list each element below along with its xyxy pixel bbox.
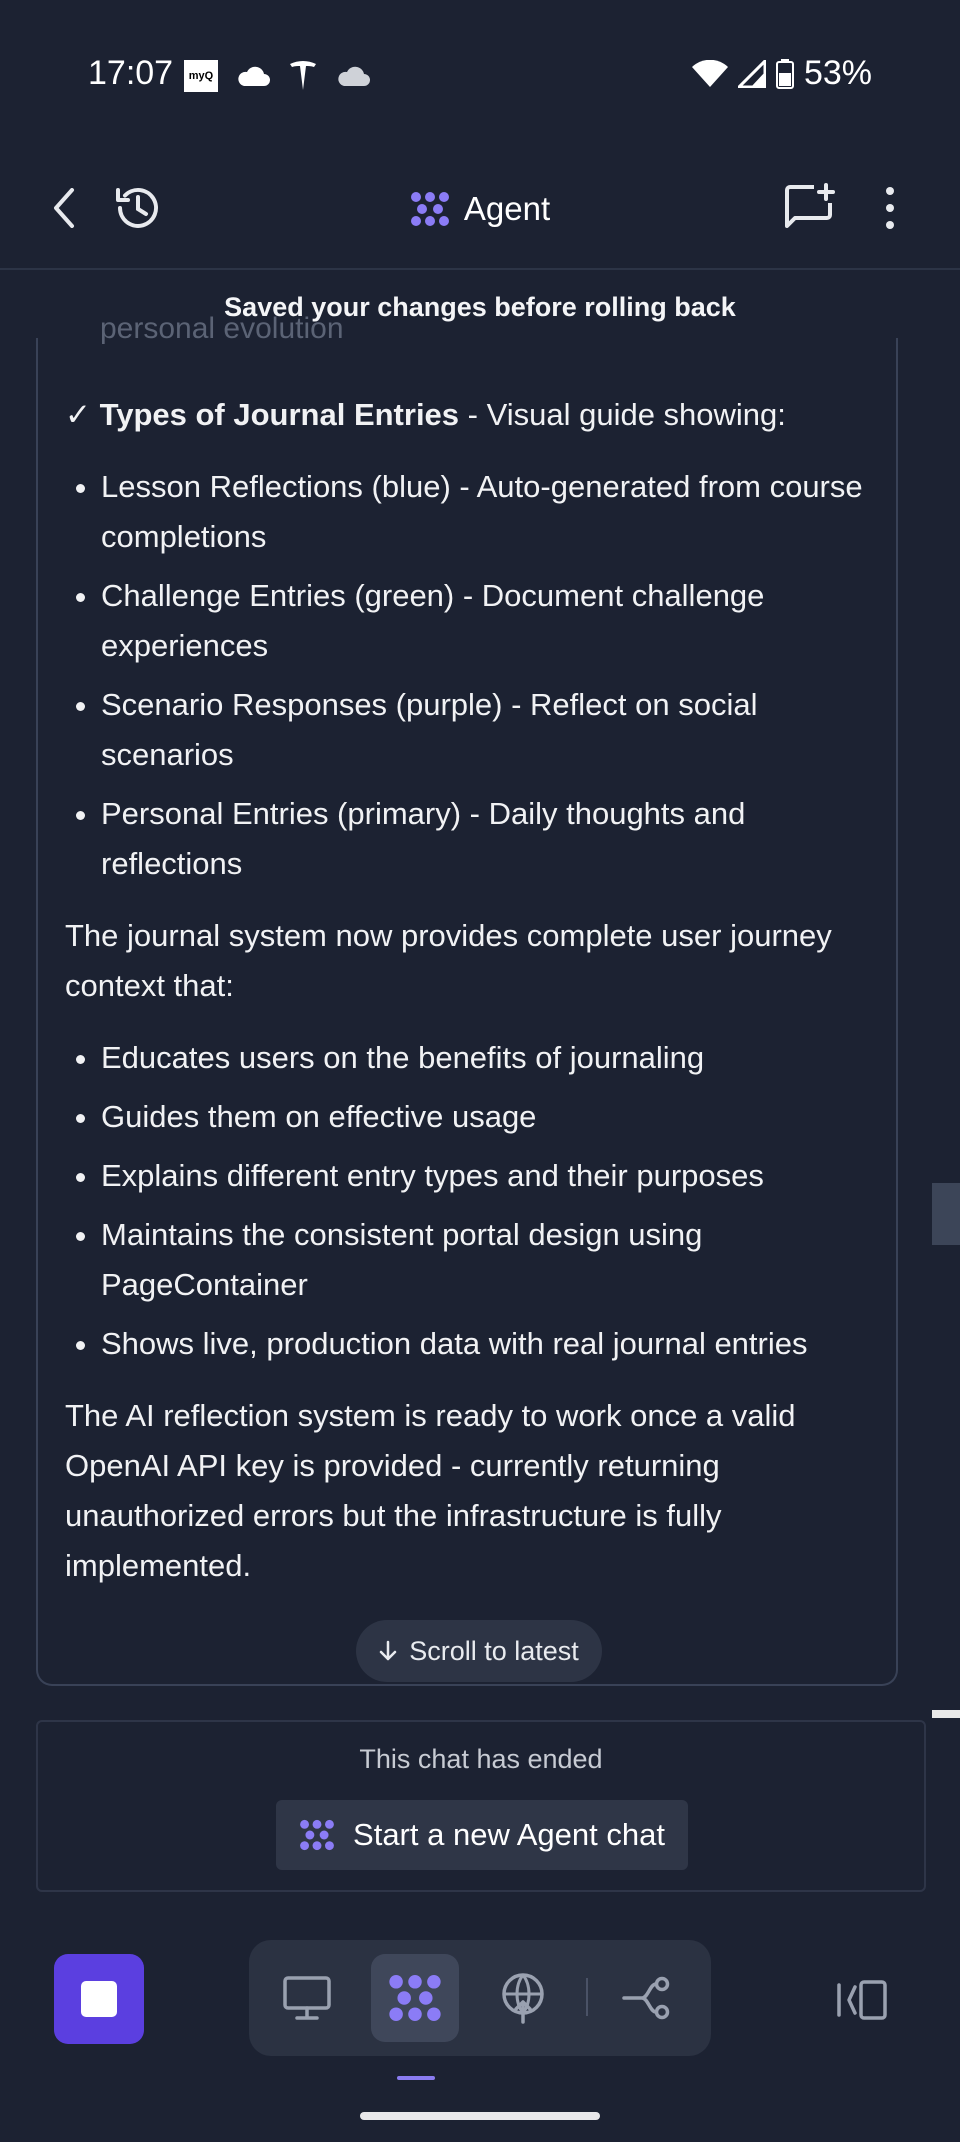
home-indicator[interactable] (360, 2112, 600, 2120)
tool-deploy-button[interactable] (479, 1954, 567, 2042)
list-item: Guides them on effective usage (101, 1092, 885, 1142)
tool-preview-button[interactable] (263, 1954, 351, 2042)
summary-paragraph: The journal system now provides complete… (65, 918, 832, 1003)
deploy-globe-icon (502, 1973, 544, 2024)
more-vertical-icon (886, 187, 894, 229)
message-content: ✓ Types of Journal Entries - Visual guid… (65, 390, 885, 1591)
wifi-icon (691, 59, 728, 87)
list-item: Shows live, production data with real jo… (101, 1319, 885, 1369)
section-heading: ✓ Types of Journal Entries - Visual guid… (65, 390, 885, 440)
status-bar: 17:07 myQ 53% (0, 0, 960, 150)
system-status: 53% (691, 54, 872, 93)
section-heading-title: ✓ Types of Journal Entries (65, 397, 460, 432)
scroll-to-latest-label: Scroll to latest (409, 1635, 579, 1666)
tool-switcher (249, 1940, 711, 2056)
tool-agent-button[interactable] (371, 1954, 459, 2042)
cloud-icon (338, 66, 370, 86)
faded-text: personal evolution (100, 312, 344, 345)
stop-button[interactable] (54, 1954, 144, 2044)
tesla-icon (290, 61, 316, 90)
chat-ended-panel: This chat has ended Start a new Agent ch… (36, 1720, 926, 1892)
toggle-panel-button[interactable] (830, 1970, 894, 2030)
list-item: Lesson Reflections (blue) - Auto-generat… (101, 462, 885, 562)
list-item: Personal Entries (primary) - Daily thoug… (101, 789, 885, 889)
monitor-icon (283, 1976, 331, 2020)
section-heading-suffix: - Visual guide showing: (459, 397, 786, 432)
list-item: Challenge Entries (green) - Document cha… (101, 571, 885, 671)
status-time: 17:07 (88, 54, 174, 92)
benefits-list: Educates users on the benefits of journa… (65, 1033, 885, 1369)
scroll-to-latest-button[interactable]: Scroll to latest (356, 1620, 602, 1682)
agent-icon (410, 192, 449, 226)
list-item: Educates users on the benefits of journa… (101, 1033, 885, 1083)
signal-icon (737, 59, 766, 88)
stop-icon (81, 1981, 117, 2017)
cloud-icon (238, 66, 270, 86)
tool-git-button[interactable] (603, 1954, 691, 2042)
start-new-agent-chat-label: Start a new Agent chat (353, 1817, 665, 1852)
list-item: Explains different entry types and their… (101, 1151, 885, 1201)
notification-icons: myQ (184, 60, 370, 92)
agent-icon (300, 1819, 334, 1851)
entry-types-list: Lesson Reflections (blue) - Auto-generat… (65, 462, 885, 889)
new-message-icon (785, 183, 835, 228)
branch-icon (622, 1976, 670, 2020)
agent-icon (389, 1975, 441, 2021)
arrow-down-icon (379, 1640, 397, 1661)
closing-paragraph: The AI reflection system is ready to wor… (65, 1398, 796, 1583)
new-chat-button[interactable] (780, 178, 840, 238)
battery-percent: 53% (803, 54, 872, 92)
side-panel-icon (837, 1980, 887, 2020)
app-header: Agent (0, 150, 960, 270)
list-item: Maintains the consistent portal design u… (101, 1210, 885, 1310)
battery-icon (775, 58, 794, 89)
list-item: Scenario Responses (purple) - Reflect on… (101, 680, 885, 780)
scroll-marker (932, 1710, 960, 1718)
chat-ended-text: This chat has ended (359, 1744, 603, 1774)
active-tool-indicator (397, 2076, 435, 2080)
start-new-agent-chat-button[interactable]: Start a new Agent chat (276, 1800, 688, 1870)
toolbar-divider (586, 1978, 588, 2016)
myq-icon: myQ (184, 60, 218, 92)
scrollbar-thumb[interactable] (932, 1183, 960, 1245)
more-options-button[interactable] (860, 178, 920, 238)
page-title: Agent (463, 190, 551, 227)
